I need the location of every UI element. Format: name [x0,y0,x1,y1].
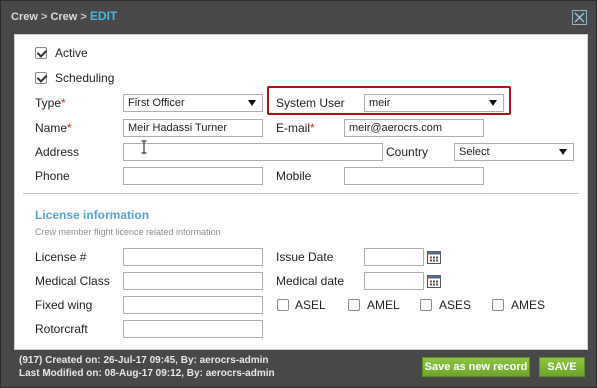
record-audit-info: (917) Created on: 26-Jul-17 09:45, By: a… [19,354,275,380]
license-section-title: License information [35,208,150,222]
ames-label: AMES [511,298,546,312]
fixed-wing-input[interactable] [123,296,263,314]
breadcrumb: Crew > Crew > EDIT [11,9,117,29]
asel-checkbox[interactable] [277,299,289,311]
scheduling-label: Scheduling [55,71,115,85]
ases-label: ASES [439,298,472,312]
address-input[interactable] [123,143,383,161]
address-label: Address [35,145,80,159]
breadcrumb-separator: > [77,11,90,23]
asel-label: ASEL [295,298,326,312]
type-select[interactable]: First Officer [123,94,263,112]
medical-class-input[interactable] [123,272,263,290]
license-section-subtitle: Crew member flight licence related infor… [35,227,221,237]
chevron-down-icon [248,100,256,106]
country-select[interactable]: Select [454,143,574,161]
fixed-wing-label: Fixed wing [35,298,93,312]
medical-date-label: Medical date [276,274,345,288]
license-number-label: License # [35,250,87,264]
system-user-label: System User [276,96,345,110]
medical-class-label: Medical Class [35,274,110,288]
type-label: Type* [35,96,66,110]
save-as-new-button[interactable]: Save as new record [422,357,530,377]
country-label: Country [386,145,429,159]
breadcrumb-crew-2[interactable]: Crew [50,11,77,23]
system-user-select-value: meir [369,97,391,109]
scheduling-checkbox[interactable] [35,72,47,84]
issue-date-label: Issue Date [276,250,334,264]
text-cursor-icon [141,140,147,154]
crew-form: Active Scheduling Type* First Officer Sy… [14,34,588,350]
mobile-label: Mobile [276,169,312,183]
type-select-value: First Officer [128,97,185,109]
license-number-input[interactable] [123,248,263,266]
email-label: E-mail* [276,121,315,135]
active-label: Active [55,46,88,60]
active-checkbox[interactable] [35,47,47,59]
rotorcraft-label: Rotorcraft [35,322,88,336]
chevron-down-icon [489,100,497,106]
system-user-select[interactable]: meir [364,94,504,112]
close-button[interactable] [572,10,587,25]
amel-checkbox[interactable] [348,299,360,311]
modified-info: Last Modified on: 08-Aug-17 09:12, By: a… [19,368,275,379]
breadcrumb-crew-1[interactable]: Crew [11,11,38,23]
page-title: EDIT [89,9,118,23]
name-label: Name* [35,121,72,135]
mobile-input[interactable] [344,167,484,185]
phone-input[interactable] [123,167,263,185]
close-icon [574,12,585,23]
rotorcraft-input[interactable] [123,320,263,338]
section-divider [23,193,579,194]
medical-date-input[interactable] [364,272,424,290]
issue-date-input[interactable] [364,248,424,266]
email-input[interactable]: meir@aerocrs.com [344,119,484,137]
name-input[interactable]: Meir Hadassi Turner [123,119,263,137]
country-select-value: Select [459,146,490,158]
ames-checkbox[interactable] [492,299,504,311]
edit-crew-dialog: Crew > Crew > EDIT Active Scheduling Typ… [0,0,597,388]
amel-label: AMEL [367,298,400,312]
phone-label: Phone [35,169,70,183]
calendar-icon[interactable] [427,274,441,288]
ases-checkbox[interactable] [420,299,432,311]
breadcrumb-separator: > [37,11,51,23]
chevron-down-icon [559,149,567,155]
save-button[interactable]: SAVE [539,357,585,377]
created-info: (917) Created on: 26-Jul-17 09:45, By: a… [19,355,269,366]
calendar-icon[interactable] [427,250,441,264]
